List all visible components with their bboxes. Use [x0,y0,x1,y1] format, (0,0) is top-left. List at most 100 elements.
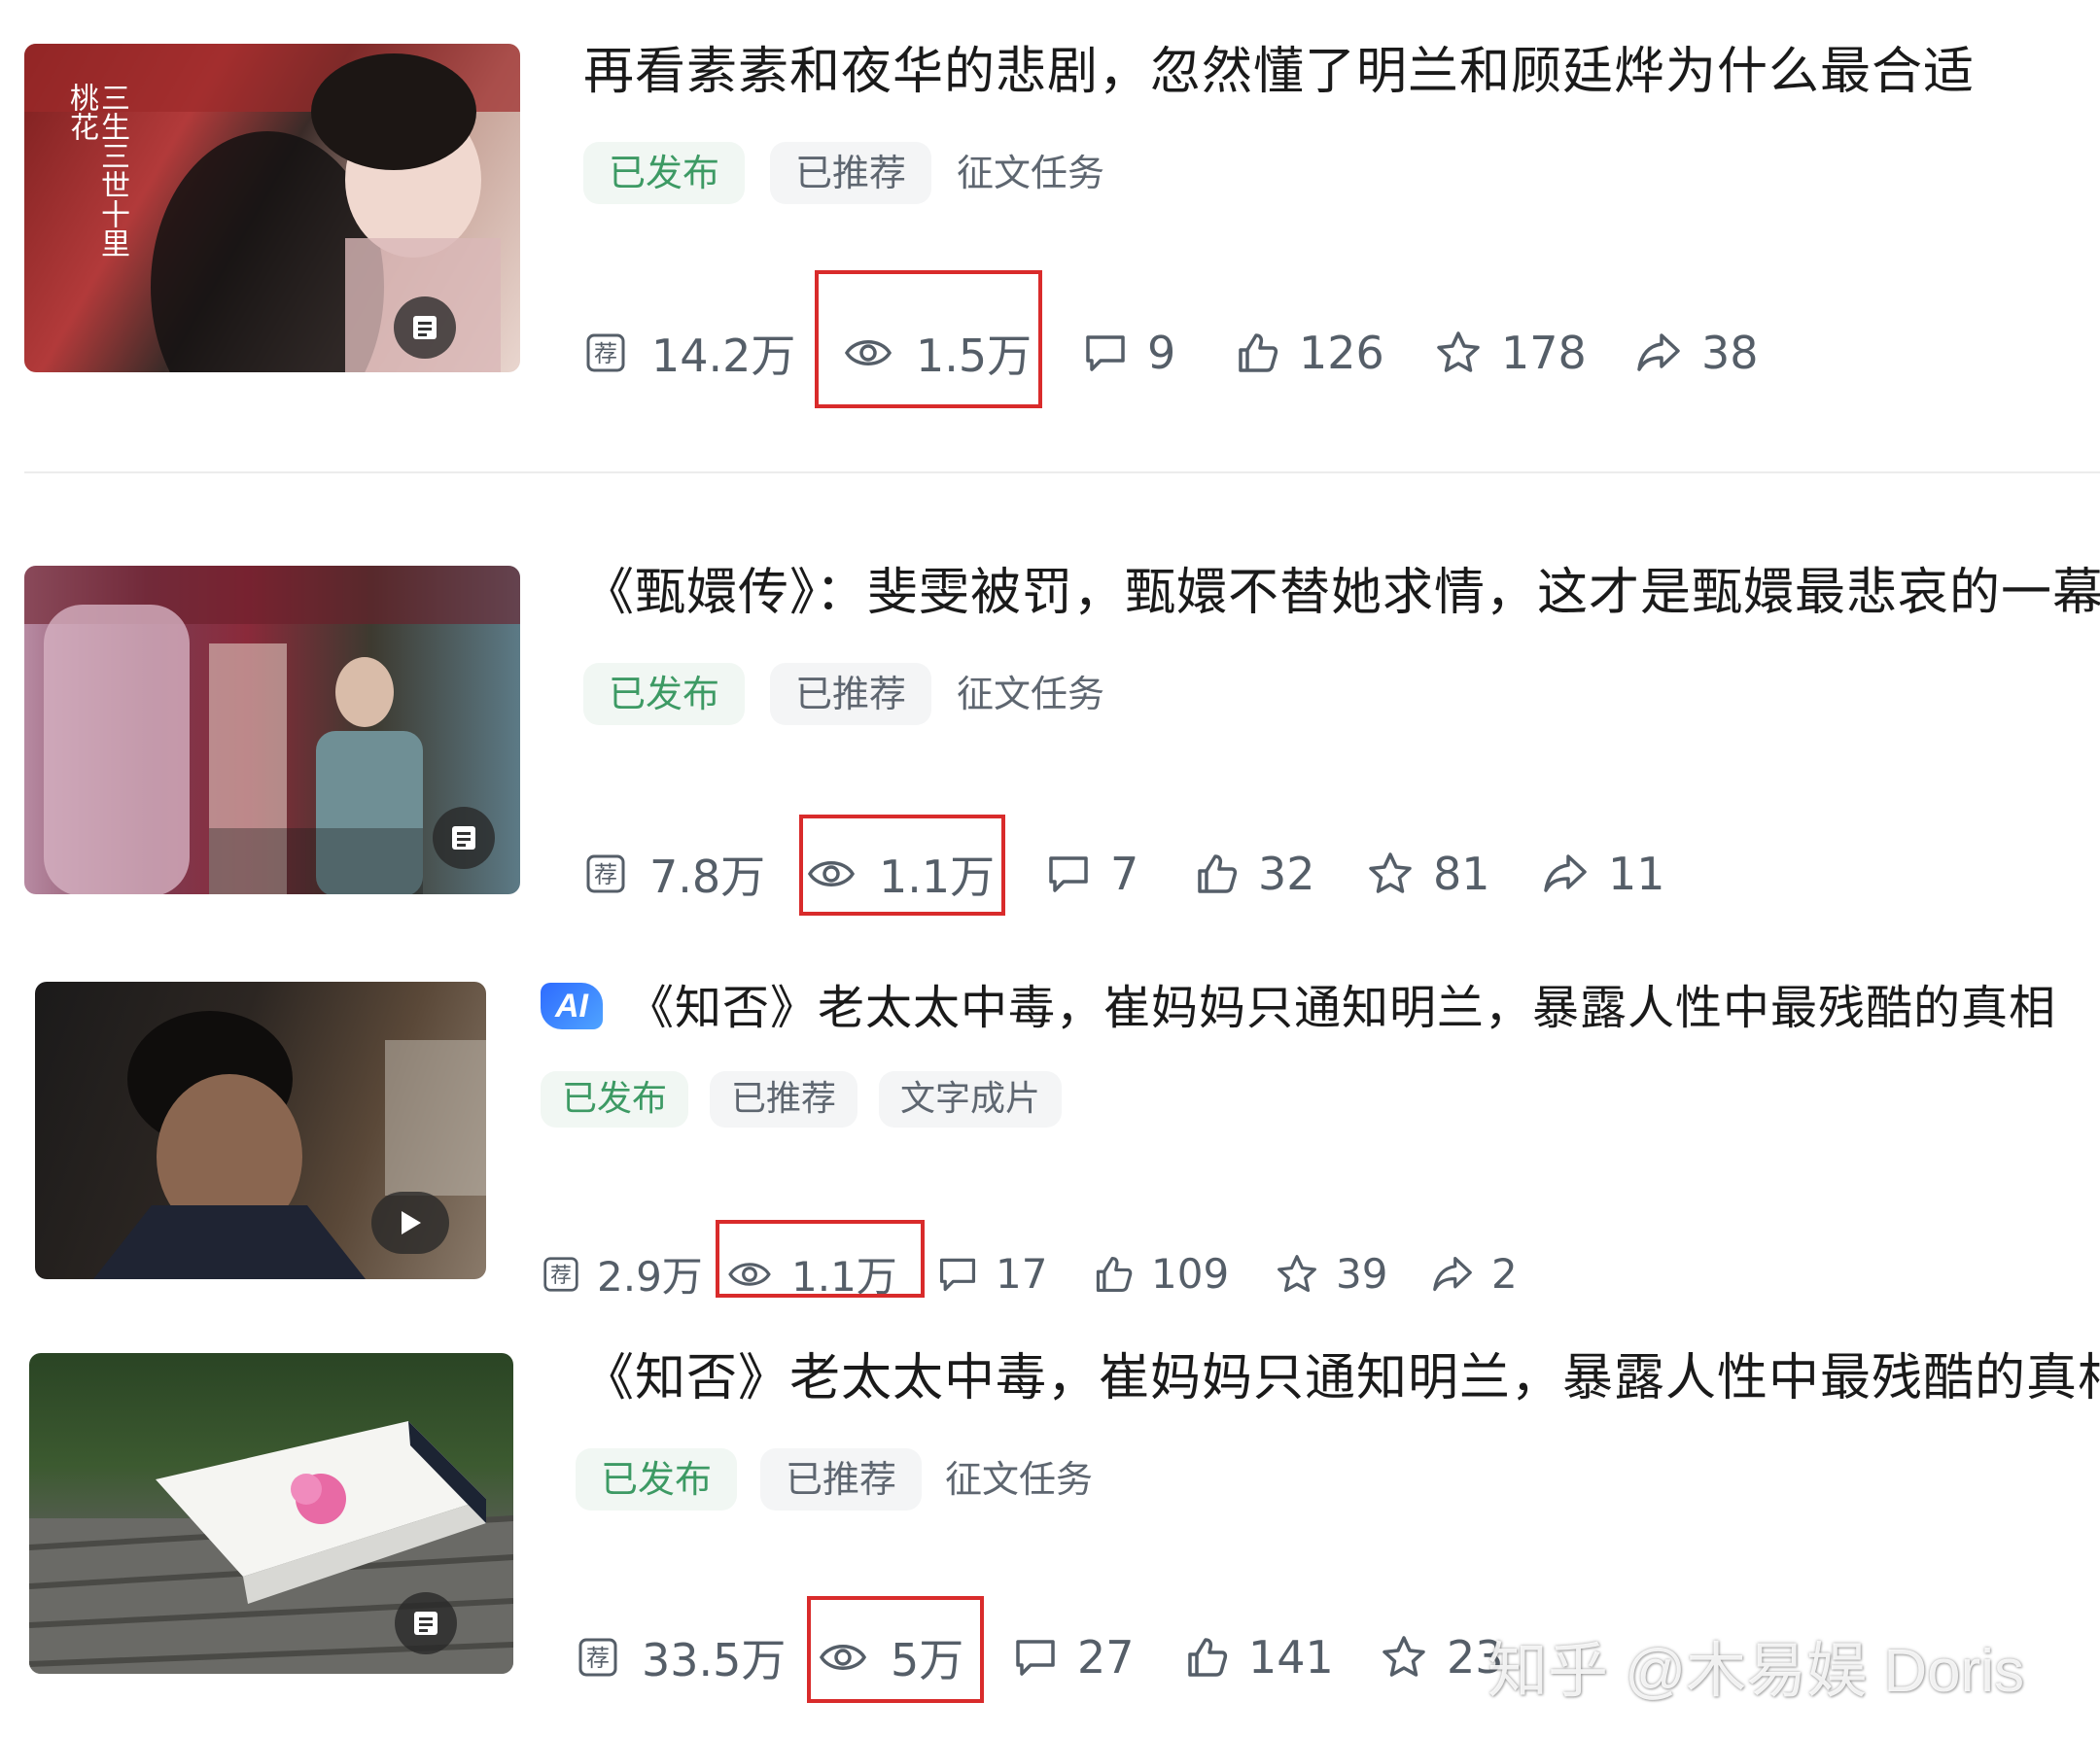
likes-stat[interactable]: 126 [1235,327,1435,379]
favorites-count: 39 [1336,1250,1388,1298]
star-icon [1369,852,1412,893]
comment-icon [1016,1640,1055,1676]
article-thumbnail[interactable]: 三生三世十里桃花 [24,44,520,372]
likes-count: 109 [1151,1250,1230,1298]
views-highlight-box [716,1220,925,1298]
likes-count: 32 [1258,848,1315,900]
status-recommended-tag: 已推荐 [770,142,932,204]
recommend-icon: 荐 [578,1638,617,1677]
svg-text:荐: 荐 [594,861,617,888]
likes-stat[interactable]: 32 [1194,848,1367,900]
comment-icon [1049,856,1088,892]
article-type-icon [433,807,495,869]
recommend-count: 2.9万 [597,1253,703,1301]
shares-stat[interactable]: 2 [1431,1250,1518,1298]
comments-count: 27 [1077,1631,1135,1684]
stats-row: 荐 14.2万 1.5万 9 126 178 38 [585,321,1759,385]
favorites-stat[interactable]: 81 [1367,848,1542,900]
stats-row: 荐 7.8万 1.1万 7 32 81 11 [585,842,1665,906]
ai-badge: AI [541,983,603,1029]
tag-list: 已发布 已推荐 征文任务 [576,1448,1093,1511]
recommend-count: 14.2万 [651,330,796,382]
comments-stat[interactable]: 7 [1046,848,1194,900]
favorites-stat[interactable]: 178 [1435,327,1635,379]
views-highlight-box [807,1596,984,1703]
recommend-count: 7.8万 [649,851,766,903]
shares-count: 11 [1608,848,1665,900]
status-published-tag: 已发布 [583,142,746,204]
recommend-icon: 荐 [586,854,625,893]
shares-count: 38 [1701,327,1759,379]
comments-count: 7 [1110,848,1139,900]
article-thumbnail[interactable] [24,566,520,894]
task-tag: 征文任务 [957,673,1105,715]
article-title[interactable]: 《甄嬛传》：斐雯被罚，甄嬛不替她求情，这才是甄嬛最悲哀的一幕 [583,562,2100,624]
shares-stat[interactable]: 11 [1542,848,1665,900]
status-recommended-tag: 已推荐 [770,663,932,725]
thumbs-up-icon [1096,1256,1133,1292]
status-published-tag: 已发布 [576,1448,738,1511]
article-title[interactable]: 再看素素和夜华的悲剧，忽然懂了明兰和顾廷烨为什么最合适 [583,41,1975,103]
divider [24,471,2100,473]
views-highlight-box [815,270,1042,408]
star-icon [1278,1254,1316,1292]
favorites-stat[interactable]: 23 [1381,1631,1504,1684]
svg-text:荐: 荐 [586,1645,610,1672]
status-published-tag: 已发布 [583,663,746,725]
task-tag: 文字成片 [879,1071,1063,1128]
recommend-stat: 荐 33.5万 [578,1625,807,1689]
comment-icon [939,1258,976,1291]
shares-count: 2 [1491,1250,1518,1298]
svg-text:荐: 荐 [594,340,617,367]
play-icon[interactable] [371,1192,449,1254]
views-highlight-box [799,815,1005,916]
article-item[interactable]: AI 《知否》老太太中毒，崔妈妈只通知明兰，暴露人性中最残酷的真相 已发布 已推… [0,953,2100,1303]
recommend-stat: 荐 2.9万 [542,1244,718,1303]
comments-count: 9 [1147,327,1176,379]
likes-count: 141 [1248,1631,1334,1684]
watermark: 知乎 @木易娱 Doris [1488,1638,2025,1705]
stats-row: 荐 33.5万 5万 27 141 23 [578,1625,1504,1689]
comments-count: 17 [996,1250,1048,1298]
status-recommended-tag: 已推荐 [760,1448,923,1511]
thumbs-up-icon [1198,854,1238,893]
share-icon [1637,333,1680,371]
star-icon [1437,331,1480,372]
article-item[interactable]: 三生三世十里桃花 再看素素和夜华的悲剧，忽然懂了明兰和顾廷烨为什么最合适 已发布… [0,0,2100,471]
likes-count: 126 [1299,327,1384,379]
task-tag: 征文任务 [945,1458,1094,1501]
comments-stat[interactable]: 27 [1013,1631,1184,1684]
tag-list: 已发布 已推荐 征文任务 [583,663,1104,725]
comments-stat[interactable]: 17 [937,1250,1093,1298]
article-thumbnail[interactable] [29,1353,513,1674]
task-tag: 征文任务 [957,152,1105,194]
article-item[interactable]: 《甄嬛传》：斐雯被罚，甄嬛不替她求情，这才是甄嬛最悲哀的一幕 已发布 已推荐 征… [0,544,2100,916]
status-recommended-tag: 已推荐 [710,1071,858,1128]
status-published-tag: 已发布 [541,1071,689,1128]
share-icon [1544,854,1587,892]
recommend-stat: 荐 7.8万 [585,842,797,906]
tag-list: 已发布 已推荐 文字成片 [541,1071,1063,1128]
share-icon [1433,1256,1472,1291]
article-type-icon [395,1592,457,1654]
favorites-stat[interactable]: 39 [1276,1250,1431,1298]
article-title[interactable]: 《知否》老太太中毒，崔妈妈只通知明兰，暴露人性中最残酷的真相 [627,977,2056,1039]
svg-text:荐: 荐 [550,1264,572,1288]
stats-row: 荐 2.9万 1.1万 17 109 39 2 [542,1244,1518,1303]
favorites-count: 178 [1501,327,1587,379]
star-icon [1382,1636,1425,1677]
comment-icon [1086,335,1125,371]
tag-list: 已发布 已推荐 征文任务 [583,142,1104,204]
recommend-icon: 荐 [543,1256,578,1292]
recommend-icon: 荐 [586,333,625,372]
likes-stat[interactable]: 141 [1184,1631,1381,1684]
article-type-icon [394,296,456,359]
recommend-count: 33.5万 [642,1634,787,1686]
video-thumbnail[interactable] [35,982,486,1279]
thumbs-up-icon [1239,333,1278,372]
likes-stat[interactable]: 109 [1093,1250,1276,1298]
article-title[interactable]: 《知否》老太太中毒，崔妈妈只通知明兰，暴露人性中最残酷的真相 [583,1347,2100,1409]
shares-stat[interactable]: 38 [1635,327,1759,379]
thumbs-up-icon [1188,1638,1228,1677]
comments-stat[interactable]: 9 [1083,327,1235,379]
